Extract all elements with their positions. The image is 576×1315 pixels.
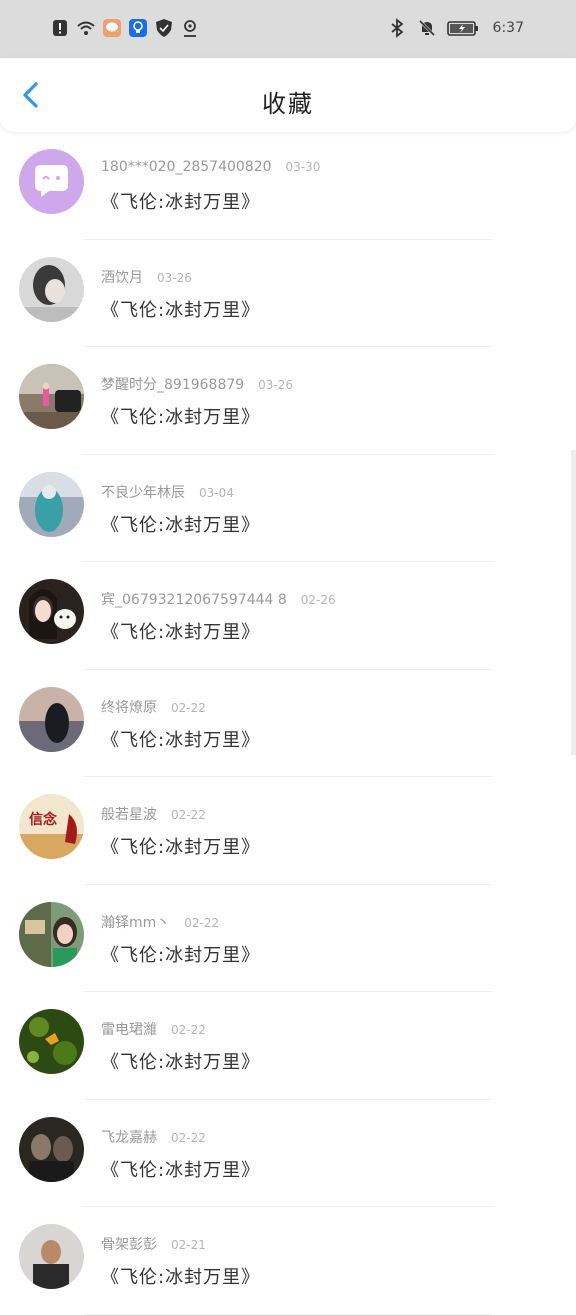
item-date: 03-30 bbox=[285, 160, 321, 174]
mute-bell-icon bbox=[418, 19, 435, 37]
list-item[interactable]: 雷电珺濰 02-22 《飞伦:冰封万里》 bbox=[0, 992, 576, 1100]
item-content: 《飞伦:冰封万里》 bbox=[101, 1159, 261, 1181]
bluetooth-icon bbox=[390, 18, 403, 38]
user-name: 宾_06793212067597444 8 bbox=[101, 592, 287, 608]
item-date: 02-21 bbox=[171, 1238, 206, 1252]
message-app-icon bbox=[103, 19, 121, 37]
item-date: 03-04 bbox=[199, 485, 234, 500]
avatar[interactable] bbox=[19, 901, 84, 967]
battery-charging-icon bbox=[446, 21, 478, 36]
item-meta: 骨架彭彭 02-21 bbox=[101, 1234, 206, 1254]
item-meta: 梦醒时分_891968879 03-26 bbox=[101, 374, 293, 394]
item-date: 03-26 bbox=[258, 378, 294, 392]
list-item[interactable]: 不良少年林辰 03-04 《飞伦:冰封万里》 bbox=[0, 455, 576, 562]
list-item[interactable]: 飞龙嘉赫 02-22 《飞伦:冰封万里》 bbox=[0, 1100, 576, 1207]
user-name: 飞龙嘉赫 bbox=[101, 1129, 157, 1146]
status-icons-left bbox=[50, 18, 200, 38]
user-name: 瀚铎mm丶 bbox=[101, 914, 171, 931]
avatar[interactable] bbox=[19, 1009, 84, 1074]
item-date: 02-26 bbox=[300, 593, 336, 607]
list-item[interactable]: 180***020_2857400820 03-30 《飞伦:冰封万里》 bbox=[0, 132, 576, 240]
list-item[interactable]: 信念 般若星波 02-22 《飞伦:冰封万里》 bbox=[0, 777, 576, 885]
item-meta: 飞龙嘉赫 02-22 bbox=[101, 1127, 206, 1147]
photo-avatar: 信念 bbox=[19, 794, 84, 859]
user-name: 雷电珺濰 bbox=[101, 1022, 157, 1038]
shield-app-icon bbox=[156, 19, 172, 37]
user-name: 终将燎原 bbox=[101, 699, 157, 716]
header: 收藏 bbox=[0, 58, 576, 132]
item-meta: 终将燎原 02-22 bbox=[101, 697, 206, 717]
avatar[interactable] bbox=[19, 256, 84, 322]
photo-avatar bbox=[19, 579, 84, 644]
item-content: 《飞伦:冰封万里》 bbox=[101, 622, 261, 643]
item-content: 《飞伦:冰封万里》 bbox=[101, 514, 261, 536]
chat-bubble-avatar-icon bbox=[19, 149, 84, 214]
list-item[interactable]: 骨架彭彭 02-21 《飞伦:冰封万里》 bbox=[0, 1207, 576, 1315]
item-content: 《飞伦:冰封万里》 bbox=[101, 407, 261, 428]
favorites-list: 180***020_2857400820 03-30 《飞伦:冰封万里》 酒饮月 0… bbox=[0, 132, 576, 1315]
item-meta: 般若星波 02-22 bbox=[101, 804, 206, 824]
user-name: 般若星波 bbox=[101, 807, 157, 823]
user-name: 骨架彭彭 bbox=[101, 1237, 157, 1253]
bulb-app-icon bbox=[129, 19, 147, 37]
photo-avatar bbox=[19, 1009, 84, 1074]
list-item[interactable]: 酒饮月 03-26 《飞伦:冰封万里》 bbox=[0, 240, 576, 347]
item-content: 《飞伦:冰封万里》 bbox=[101, 837, 261, 858]
item-date: 02-22 bbox=[184, 915, 220, 930]
user-name: 梦醒时分_891968879 bbox=[101, 377, 245, 393]
user-name: 180***020_2857400820 bbox=[101, 159, 272, 175]
divider bbox=[84, 1313, 492, 1315]
list-item[interactable]: 终将燎原 02-22 《飞伦:冰封万里》 bbox=[0, 670, 576, 777]
photo-avatar bbox=[19, 1224, 84, 1289]
item-content: 《飞伦:冰封万里》 bbox=[101, 1052, 261, 1073]
wifi-icon bbox=[77, 21, 95, 35]
item-content: 《飞伦:冰封万里》 bbox=[101, 299, 261, 321]
item-meta: 180***020_2857400820 03-30 bbox=[101, 159, 320, 175]
avatar[interactable] bbox=[19, 364, 84, 429]
item-meta: 雷电珺濰 02-22 bbox=[101, 1019, 206, 1039]
item-date: 02-22 bbox=[171, 808, 206, 822]
item-meta: 不良少年林辰 03-04 bbox=[101, 482, 234, 502]
avatar[interactable] bbox=[19, 471, 84, 537]
item-date: 02-22 bbox=[171, 700, 206, 715]
photo-avatar bbox=[19, 686, 84, 752]
item-content: 《飞伦:冰封万里》 bbox=[101, 729, 261, 751]
location-icon bbox=[184, 20, 196, 37]
avatar[interactable] bbox=[19, 579, 84, 644]
item-meta: 宾_06793212067597444 8 02-26 bbox=[101, 589, 336, 609]
status-bar: 6:37 bbox=[0, 0, 576, 58]
list-item[interactable]: 梦醒时分_891968879 03-26 《飞伦:冰封万里》 bbox=[0, 347, 576, 455]
list-item[interactable]: 瀚铎mm丶 02-22 《飞伦:冰封万里》 bbox=[0, 885, 576, 992]
item-date: 02-22 bbox=[171, 1130, 206, 1145]
photo-avatar bbox=[19, 471, 84, 537]
photo-avatar bbox=[19, 364, 84, 429]
avatar[interactable] bbox=[19, 686, 84, 752]
item-date: 03-26 bbox=[157, 270, 192, 285]
item-content: 《飞伦:冰封万里》 bbox=[101, 1267, 261, 1288]
scrollbar[interactable] bbox=[571, 450, 576, 755]
avatar[interactable] bbox=[19, 1224, 84, 1289]
photo-avatar bbox=[19, 1116, 84, 1182]
alert-icon bbox=[53, 20, 67, 36]
photo-avatar bbox=[19, 256, 84, 322]
status-icons-right: 6:37 bbox=[387, 18, 524, 38]
item-date: 02-22 bbox=[171, 1023, 206, 1037]
user-name: 不良少年林辰 bbox=[101, 484, 185, 501]
avatar[interactable] bbox=[19, 1116, 84, 1182]
avatar[interactable] bbox=[19, 149, 84, 214]
user-name: 酒饮月 bbox=[101, 269, 143, 286]
photo-avatar bbox=[19, 901, 84, 967]
item-meta: 酒饮月 03-26 bbox=[101, 267, 192, 287]
list-item[interactable]: 宾_06793212067597444 8 02-26 《飞伦:冰封万里》 bbox=[0, 562, 576, 670]
item-meta: 瀚铎mm丶 02-22 bbox=[101, 912, 219, 932]
status-time: 6:37 bbox=[492, 20, 524, 36]
page-title: 收藏 bbox=[262, 90, 314, 118]
item-content: 《飞伦:冰封万里》 bbox=[101, 944, 261, 966]
avatar[interactable]: 信念 bbox=[19, 794, 84, 859]
item-content: 《飞伦:冰封万里》 bbox=[101, 192, 261, 213]
avatar-text: 信念 bbox=[29, 811, 58, 828]
